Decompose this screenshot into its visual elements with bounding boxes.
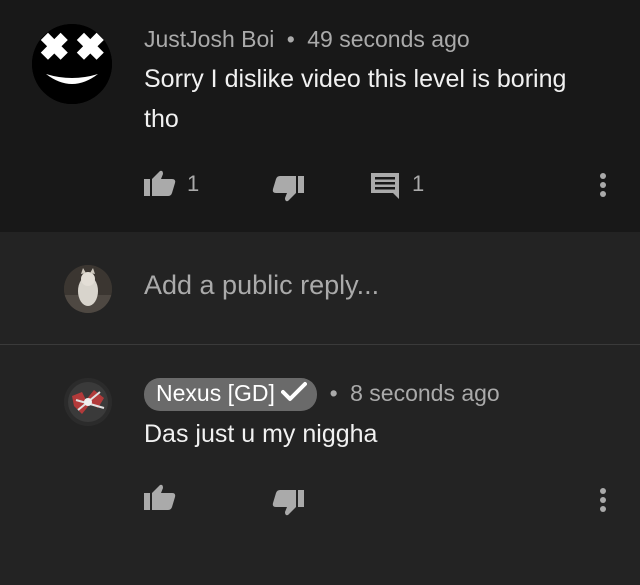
thumbs-up-icon[interactable] xyxy=(144,484,176,515)
reply-author-chip[interactable]: Nexus [GD] xyxy=(144,378,318,411)
reply-author-avatar[interactable] xyxy=(64,378,112,426)
reply-input[interactable]: Add a public reply... xyxy=(144,270,379,301)
meta-separator: • xyxy=(286,26,295,52)
comment-meta: JustJosh Boi • 49 seconds ago xyxy=(144,26,470,53)
comment-icon[interactable] xyxy=(371,173,399,204)
thumbs-down-icon[interactable] xyxy=(272,490,304,521)
reply-author: Nexus [GD] xyxy=(156,380,275,406)
more-vertical-icon[interactable] xyxy=(599,172,607,203)
reply-text: Das just u my niggha xyxy=(144,420,378,448)
current-user-avatar xyxy=(64,265,112,313)
comment-timestamp[interactable]: 49 seconds ago xyxy=(307,26,469,52)
thumbs-up-icon[interactable] xyxy=(144,170,176,201)
comment-author[interactable]: JustJosh Boi xyxy=(144,26,274,52)
checkmark-icon xyxy=(281,381,308,409)
thumbs-down-icon[interactable] xyxy=(272,176,304,207)
reply-meta: Nexus [GD] • 8 seconds ago xyxy=(144,378,500,411)
comment-thread: JustJosh Boi • 49 seconds ago Sorry I di… xyxy=(0,0,640,232)
like-count: 1 xyxy=(187,171,200,196)
more-vertical-icon[interactable] xyxy=(599,487,607,518)
reply-timestamp[interactable]: 8 seconds ago xyxy=(350,380,500,406)
reply-count[interactable]: 1 xyxy=(412,171,424,197)
meta-separator: • xyxy=(329,380,338,406)
comment-text: Sorry I dislike video this level is bori… xyxy=(144,65,567,133)
author-avatar[interactable] xyxy=(32,24,112,104)
